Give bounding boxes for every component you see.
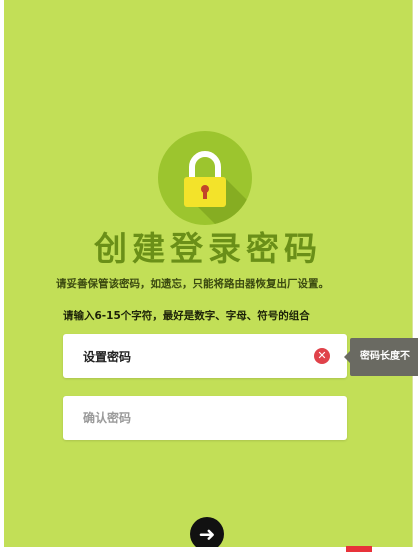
password-hint: 请输入6-15个字符，最好是数字、字母、符号的组合 [63,310,310,322]
next-button[interactable]: ➜ [190,517,224,547]
confirm-password-field[interactable] [63,396,347,440]
page-subtitle: 请妥善保管该密码，如遗忘，只能将路由器恢复出厂设置。 [56,278,329,290]
password-input[interactable] [83,334,303,378]
corner-mark [346,546,372,552]
lock-badge [158,131,252,225]
error-tooltip: 密码长度不 [344,338,418,376]
password-field[interactable]: ✕ [63,334,347,378]
page-title: 创建登录密码 [94,229,322,268]
lock-icon [184,151,252,225]
confirm-password-input[interactable] [83,396,303,440]
arrow-right-icon: ➜ [198,522,216,546]
clear-icon[interactable]: ✕ [314,348,330,364]
setup-screen: 创建登录密码 请妥善保管该密码，如遗忘，只能将路由器恢复出厂设置。 请输入6-1… [4,0,413,547]
